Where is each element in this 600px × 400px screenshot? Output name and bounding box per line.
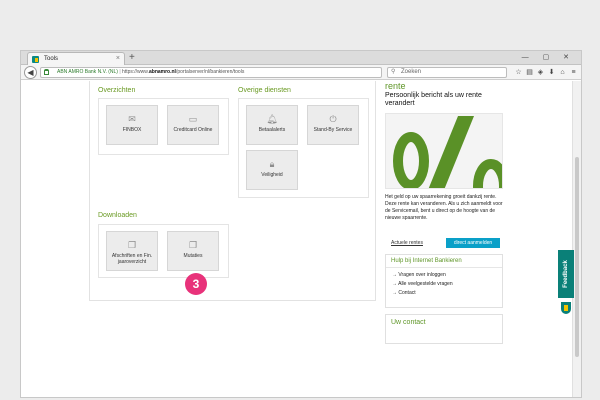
- tile-betaalalerts[interactable]: 🔔︎ Betaalalerts: [246, 105, 298, 145]
- documents-icon: ❐: [188, 240, 198, 250]
- window-controls[interactable]: — ▢ ✕: [522, 53, 575, 61]
- tools-panel: Overzichten ✉ FINBOX ▭ Creditcard Online…: [89, 81, 376, 301]
- rente-title: rente: [385, 81, 406, 91]
- close-tab-icon[interactable]: ×: [116, 53, 120, 65]
- tile-veiligheid-label: Veiligheid: [261, 172, 283, 178]
- downloaden-group: ❐ Afschriften en Fin. jaaroverzicht ❐ Mu…: [98, 224, 229, 278]
- tile-finbox-label: FINBOX: [122, 127, 142, 133]
- overige-diensten-group: 🔔︎ Betaalalerts ⏻ Stand-By Service 🔒︎ Ve…: [238, 98, 369, 198]
- help-link-veelgestelde-vragen[interactable]: → Alle veelgestelde vragen: [392, 281, 453, 287]
- tile-afschriften[interactable]: ❐ Afschriften en Fin. jaaroverzicht: [106, 231, 158, 271]
- tile-stand-by-service[interactable]: ⏻ Stand-By Service: [307, 105, 359, 145]
- search-input[interactable]: ⚲ Zoeken: [387, 67, 507, 78]
- search-placeholder: Zoeken: [401, 69, 422, 75]
- url-path: /portalserver/nl/bankieren/tools: [175, 69, 245, 75]
- help-link-inloggen[interactable]: → Vragen over inloggen: [392, 272, 446, 278]
- contact-title: Uw contact: [391, 319, 426, 326]
- tile-mutaties[interactable]: ❐ Mutaties: [167, 231, 219, 271]
- tile-mutaties-label: Mutaties: [183, 253, 203, 259]
- url-prefix: https://www.: [122, 69, 149, 75]
- power-icon: ⏻: [329, 114, 337, 124]
- url-organization: ABN AMRO Bank N.V. (NL): [57, 69, 118, 75]
- pocket-icon[interactable]: ◈: [535, 66, 546, 79]
- help-title: Hulp bij Internet Bankieren: [391, 258, 462, 264]
- tab-tools[interactable]: Tools ×: [27, 52, 125, 65]
- url-domain: abnamro.nl: [149, 69, 176, 75]
- abn-amro-favicon-icon: [32, 56, 39, 63]
- nav-bar: ◀ ABN AMRO Bank N.V. (NL) | https://www.…: [21, 65, 581, 80]
- step-number-badge: 3: [185, 273, 207, 295]
- back-button[interactable]: ◀: [24, 66, 37, 79]
- tile-betaalalerts-label: Betaalalerts: [258, 127, 286, 133]
- overzichten-group: ✉ FINBOX ▭ Creditcard Online: [98, 98, 229, 155]
- page-content: Overzichten ✉ FINBOX ▭ Creditcard Online…: [21, 81, 573, 397]
- actuele-rentes-link[interactable]: Actuele rentes: [391, 240, 423, 246]
- direct-aanmelden-button[interactable]: direct aanmelden: [446, 238, 500, 248]
- tab-bar: Tools × + — ▢ ✕: [21, 51, 581, 65]
- lock-icon: 🔒︎: [269, 159, 275, 169]
- rente-body: Het geld op uw spaarrekening groeit dank…: [385, 194, 503, 221]
- home-icon[interactable]: ⌂: [557, 66, 568, 79]
- tile-veiligheid[interactable]: 🔒︎ Veiligheid: [246, 150, 298, 190]
- tile-creditcard-label: Creditcard Online: [173, 127, 213, 133]
- vertical-scrollbar[interactable]: [572, 81, 581, 397]
- tile-stand-by-label: Stand-By Service: [313, 127, 353, 133]
- lock-icon: [44, 69, 49, 75]
- envelope-icon: ✉: [128, 114, 136, 124]
- toolbar-icons: ☆ ▤ ◈ ⬇ ⌂ ≡: [513, 66, 579, 79]
- documents-icon: ❐: [127, 240, 137, 250]
- new-tab-button[interactable]: +: [129, 51, 135, 64]
- download-icon[interactable]: ⬇: [546, 66, 557, 79]
- menu-icon[interactable]: ≡: [568, 66, 579, 79]
- help-box: Hulp bij Internet Bankieren → Vragen ove…: [385, 254, 503, 308]
- contact-box: Uw contact: [385, 314, 503, 344]
- percent-sign-image: [385, 113, 503, 189]
- overzichten-title: Overzichten: [98, 87, 136, 94]
- overige-diensten-title: Overige diensten: [238, 87, 291, 94]
- downloaden-title: Downloaden: [98, 212, 137, 219]
- search-icon: ⚲: [391, 69, 396, 75]
- scrollbar-thumb[interactable]: [575, 157, 579, 357]
- tile-afschriften-label: Afschriften en Fin. jaaroverzicht: [111, 253, 153, 265]
- tab-title: Tools: [44, 56, 59, 62]
- url-bar[interactable]: ABN AMRO Bank N.V. (NL) | https://www.ab…: [40, 67, 382, 78]
- abn-amro-shield-logo-icon: [561, 302, 571, 314]
- creditcard-icon: ▭: [188, 114, 198, 124]
- divider: [386, 267, 502, 268]
- tile-finbox[interactable]: ✉ FINBOX: [106, 105, 158, 145]
- rente-subtitle: Persoonlijk bericht als uw rente verande…: [385, 92, 482, 107]
- feedback-button[interactable]: Feedback: [558, 250, 574, 298]
- percent-icon: [393, 116, 502, 188]
- browser-window: Tools × + — ▢ ✕ ◀ ABN AMRO Bank N.V. (NL…: [20, 50, 582, 398]
- tile-creditcard-online[interactable]: ▭ Creditcard Online: [167, 105, 219, 145]
- feedback-label: Feedback: [563, 260, 569, 288]
- help-link-contact[interactable]: → Contact: [392, 290, 416, 296]
- reading-list-icon[interactable]: ▤: [524, 66, 535, 79]
- bell-icon: 🔔︎: [266, 114, 278, 124]
- star-icon[interactable]: ☆: [513, 66, 524, 79]
